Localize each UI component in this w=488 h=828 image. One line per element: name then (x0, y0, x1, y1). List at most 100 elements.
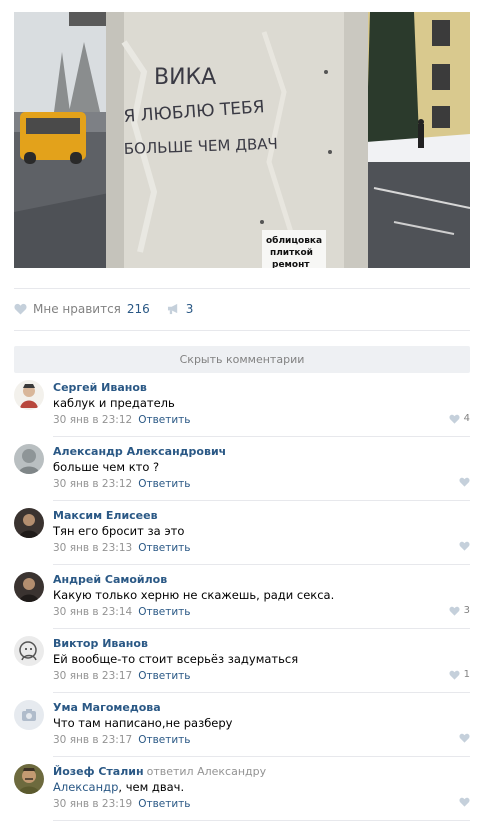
comment-divider (53, 564, 470, 565)
reply-button[interactable]: Ответить (138, 478, 190, 490)
comment-text: Ей вообще-то стоит всерьёз задуматься (53, 652, 299, 666)
heart-icon (459, 797, 470, 807)
comment-like-button[interactable]: 4 (449, 413, 470, 424)
avatar[interactable] (14, 572, 44, 602)
comment-divider (53, 436, 470, 437)
repost-count: 3 (185, 302, 194, 316)
avatar[interactable] (14, 444, 44, 474)
comment-item: Максим Елисеев Тян его бросит за это 30 ян… (14, 508, 470, 572)
comment-like-button[interactable]: 1 (449, 669, 470, 680)
author-link[interactable]: Максим Елисеев (53, 509, 158, 522)
sticker-line-2: плиткой (270, 248, 313, 258)
comment-text-line: Тян его бросит за это (53, 523, 470, 540)
hide-comments-button[interactable]: Скрыть комментарии (14, 346, 470, 373)
comment-like-button[interactable] (459, 797, 470, 807)
reply-button[interactable]: Ответить (138, 606, 190, 618)
repost-button[interactable]: 3 (167, 302, 194, 316)
avatar[interactable] (14, 636, 44, 666)
comment-body: Ума Магомедова Что там написано,не разбер… (53, 700, 470, 748)
heart-icon (449, 606, 460, 616)
comment-text-line: Какую только херню не скажешь, ради секс… (53, 587, 470, 604)
comment-divider (53, 820, 470, 821)
heart-icon (449, 414, 460, 424)
comment-header: Сергей Иванов (53, 380, 470, 395)
comment-date[interactable]: 30 янв в 23:12 (53, 478, 132, 490)
comment-meta: 30 янв в 23:12 Ответить (53, 412, 470, 428)
comment-like-button[interactable]: 3 (449, 605, 470, 616)
comment-like-button[interactable] (459, 541, 470, 551)
comment-meta: 30 янв в 23:14 Ответить (53, 604, 470, 620)
comment-header: Андрей Самойлов (53, 572, 470, 587)
comment-item: Сергей Иванов каблук и предатель 30 янв в … (14, 380, 470, 444)
heart-icon (459, 541, 470, 551)
reply-button[interactable]: Ответить (138, 542, 190, 554)
graffiti-line-1: ВИКА (154, 65, 216, 90)
author-link[interactable]: Виктор Иванов (53, 637, 148, 650)
reply-addressee-link[interactable]: Александр (53, 780, 118, 794)
comment-text-line: больше чем кто ? (53, 459, 470, 476)
reply-button[interactable]: Ответить (138, 798, 190, 810)
like-label: Мне нравится (33, 302, 121, 316)
heart-icon (459, 477, 470, 487)
comment-like-count: 4 (463, 413, 470, 424)
comment-meta: 30 янв в 23:12 Ответить (53, 476, 470, 492)
megaphone-icon (167, 303, 177, 315)
comment-item: Александр Александрович больше чем кто ? 3… (14, 444, 470, 508)
sticker-line-3: ремонт (272, 260, 310, 268)
comment-header: Йозеф Сталин ответил Александру (53, 764, 470, 779)
divider (14, 288, 470, 289)
comment-date[interactable]: 30 янв в 23:12 (53, 414, 132, 426)
sticker-line-1: облицовка (266, 235, 322, 246)
comment-divider (53, 500, 470, 501)
comment-meta: 30 янв в 23:19 Ответить (53, 796, 470, 812)
comment-header: Виктор Иванов (53, 636, 470, 651)
author-link[interactable]: Андрей Самойлов (53, 573, 167, 586)
reply-button[interactable]: Ответить (138, 670, 190, 682)
heart-icon (14, 303, 27, 315)
reply-to-label: ответил Александру (146, 765, 267, 778)
avatar[interactable] (14, 764, 44, 794)
author-link[interactable]: Йозеф Сталин (53, 765, 144, 778)
comment-body: Йозеф Сталин ответил Александру Александр,… (53, 764, 470, 812)
avatar[interactable] (14, 508, 44, 538)
reply-button[interactable]: Ответить (138, 734, 190, 746)
comment-like-button[interactable] (459, 733, 470, 743)
comment-like-count: 3 (463, 605, 470, 616)
comment-date[interactable]: 30 янв в 23:14 (53, 606, 132, 618)
post-actions: Мне нравится 216 3 (14, 300, 193, 318)
comment-date[interactable]: 30 янв в 23:19 (53, 798, 132, 810)
comment-meta: 30 янв в 23:17 Ответить (53, 668, 470, 684)
comment-divider (53, 692, 470, 693)
comment-date[interactable]: 30 янв в 23:17 (53, 734, 132, 746)
author-link[interactable]: Александр Александрович (53, 445, 226, 458)
comment-meta: 30 янв в 23:13 Ответить (53, 540, 470, 556)
comment-text: , чем двач. (118, 780, 185, 794)
comment-text: каблук и предатель (53, 396, 175, 410)
hide-comments-label: Скрыть комментарии (179, 353, 305, 366)
comment-header: Ума Магомедова (53, 700, 470, 715)
comment-date[interactable]: 30 янв в 23:17 (53, 670, 132, 682)
comment-item: Андрей Самойлов Какую только херню не ска… (14, 572, 470, 636)
author-link[interactable]: Сергей Иванов (53, 381, 147, 394)
comment-body: Виктор Иванов Ей вообще-то стоит всерьёз … (53, 636, 470, 684)
comment-divider (53, 628, 470, 629)
heart-icon (449, 670, 460, 680)
author-link[interactable]: Ума Магомедова (53, 701, 161, 714)
comment-item: Виктор Иванов Ей вообще-то стоит всерьёз … (14, 636, 470, 700)
comment-meta: 30 янв в 23:17 Ответить (53, 732, 470, 748)
post-photo[interactable]: ВИКА Я ЛЮБЛЮ ТЕБЯ БОЛЬШЕ ЧЕМ ДВАЧ облицо… (14, 12, 470, 268)
comment-body: Сергей Иванов каблук и предатель 30 янв в … (53, 380, 470, 428)
like-count: 216 (126, 302, 150, 316)
comment-text-line: Ей вообще-то стоит всерьёз задуматься (53, 651, 470, 668)
comment-item: Йозеф Сталин ответил Александру Александр,… (14, 764, 470, 828)
comment-text-line: Александр, чем двач. (53, 779, 470, 796)
comment-body: Максим Елисеев Тян его бросит за это 30 ян… (53, 508, 470, 556)
avatar[interactable] (14, 380, 44, 410)
comment-date[interactable]: 30 янв в 23:13 (53, 542, 132, 554)
like-button[interactable]: Мне нравится 216 (14, 302, 150, 316)
heart-icon (459, 733, 470, 743)
comment-like-count: 1 (463, 669, 470, 680)
comment-like-button[interactable] (459, 477, 470, 487)
avatar[interactable] (14, 700, 44, 730)
reply-button[interactable]: Ответить (138, 414, 190, 426)
